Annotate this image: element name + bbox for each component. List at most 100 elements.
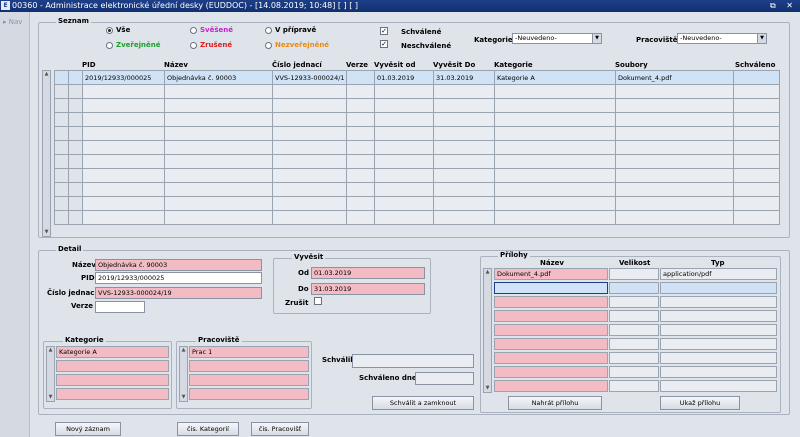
prilohy-cell[interactable] bbox=[660, 338, 777, 350]
row-marker[interactable] bbox=[54, 140, 69, 155]
table-cell[interactable] bbox=[374, 140, 434, 155]
kategorie-list-item[interactable]: Kategorie A bbox=[56, 346, 169, 358]
table-cell[interactable] bbox=[615, 196, 734, 211]
seznam-scrollbar[interactable]: ▲ ▼ bbox=[42, 70, 51, 237]
kategorie-scrollbar[interactable]: ▲ ▼ bbox=[46, 346, 55, 402]
row-marker[interactable] bbox=[54, 84, 69, 99]
table-cell[interactable] bbox=[272, 196, 347, 211]
prilohy-scrollbar[interactable]: ▲ ▼ bbox=[483, 268, 492, 393]
row-marker[interactable] bbox=[68, 140, 83, 155]
col-header-soubory[interactable]: Soubory bbox=[615, 61, 648, 69]
table-cell[interactable] bbox=[164, 112, 273, 127]
filter-radio-2[interactable]: Svěšené bbox=[190, 26, 233, 34]
prilohy-cell[interactable] bbox=[494, 310, 608, 322]
row-marker[interactable] bbox=[54, 98, 69, 113]
table-cell[interactable] bbox=[433, 196, 495, 211]
table-cell[interactable] bbox=[733, 112, 780, 127]
table-row[interactable] bbox=[54, 126, 780, 141]
prilohy-cell[interactable] bbox=[494, 380, 608, 392]
prilohy-cell[interactable]: Dokument_4.pdf bbox=[494, 268, 608, 280]
table-row[interactable] bbox=[54, 154, 780, 169]
row-marker[interactable] bbox=[68, 98, 83, 113]
table-cell[interactable] bbox=[374, 126, 434, 141]
row-marker[interactable] bbox=[68, 126, 83, 141]
table-cell[interactable] bbox=[374, 84, 434, 99]
prilohy-cell[interactable] bbox=[609, 338, 659, 350]
table-cell[interactable] bbox=[615, 98, 734, 113]
table-row[interactable] bbox=[54, 168, 780, 183]
check-neschvalene[interactable]: ✓ bbox=[380, 40, 388, 48]
table-cell[interactable]: Kategorie A bbox=[494, 70, 616, 85]
table-row[interactable]: 2019/12933/000025 Objednávka č. 90003 VVS-… bbox=[54, 70, 780, 85]
table-cell[interactable] bbox=[346, 98, 375, 113]
prilohy-cell[interactable] bbox=[660, 282, 777, 294]
prilohy-cell[interactable] bbox=[494, 366, 608, 378]
kategorie-list-item[interactable] bbox=[56, 360, 169, 372]
nazev-field[interactable]: Objednávka č. 90003 bbox=[95, 259, 262, 271]
prilohy-cell[interactable] bbox=[494, 282, 608, 294]
ukaz-prilohu-button[interactable]: Ukaž přílohu bbox=[660, 396, 740, 410]
table-cell[interactable] bbox=[494, 98, 616, 113]
table-cell[interactable] bbox=[433, 182, 495, 197]
table-cell[interactable] bbox=[82, 168, 165, 183]
col-header-schvaleno[interactable]: Schváleno bbox=[735, 61, 775, 69]
prilohy-cell[interactable] bbox=[494, 296, 608, 308]
table-cell[interactable] bbox=[82, 98, 165, 113]
prilohy-col-nazev[interactable]: Název bbox=[540, 259, 564, 267]
pracoviste-list-item[interactable] bbox=[189, 360, 309, 372]
row-marker[interactable] bbox=[54, 196, 69, 211]
prilohy-cell[interactable] bbox=[494, 352, 608, 364]
table-cell[interactable] bbox=[164, 98, 273, 113]
table-row[interactable] bbox=[54, 210, 780, 225]
table-cell[interactable] bbox=[346, 182, 375, 197]
table-cell[interactable] bbox=[494, 196, 616, 211]
schvalil-field[interactable] bbox=[352, 354, 474, 368]
pracoviste-list-item[interactable] bbox=[189, 388, 309, 400]
table-row[interactable] bbox=[54, 182, 780, 197]
table-cell[interactable] bbox=[82, 182, 165, 197]
table-cell[interactable] bbox=[494, 210, 616, 225]
prilohy-cell[interactable] bbox=[660, 352, 777, 364]
row-marker[interactable] bbox=[54, 168, 69, 183]
table-cell[interactable] bbox=[82, 112, 165, 127]
prilohy-cell[interactable] bbox=[660, 380, 777, 392]
nahrat-prilohu-button[interactable]: Nahrát přílohu bbox=[508, 396, 602, 410]
table-cell[interactable] bbox=[615, 210, 734, 225]
table-cell[interactable]: VVS-12933-000024/1 bbox=[272, 70, 347, 85]
table-cell[interactable] bbox=[615, 154, 734, 169]
novy-zaznam-button[interactable]: Nový záznam bbox=[55, 422, 121, 436]
table-cell[interactable] bbox=[494, 126, 616, 141]
row-marker[interactable] bbox=[68, 196, 83, 211]
prilohy-cell[interactable] bbox=[609, 268, 659, 280]
table-cell[interactable] bbox=[615, 126, 734, 141]
table-cell[interactable] bbox=[733, 196, 780, 211]
table-cell[interactable] bbox=[615, 84, 734, 99]
table-cell[interactable] bbox=[272, 112, 347, 127]
prilohy-cell[interactable] bbox=[494, 324, 608, 336]
table-cell[interactable] bbox=[272, 210, 347, 225]
table-cell[interactable] bbox=[615, 168, 734, 183]
table-cell[interactable] bbox=[346, 126, 375, 141]
table-cell[interactable] bbox=[82, 140, 165, 155]
kategorie-filter-select[interactable]: -Neuvedeno- ▼ bbox=[512, 33, 602, 44]
prilohy-cell[interactable] bbox=[660, 324, 777, 336]
table-cell[interactable] bbox=[374, 168, 434, 183]
window-controls[interactable]: ⧉ ✕ bbox=[770, 0, 797, 12]
zrusit-checkbox[interactable] bbox=[314, 297, 322, 305]
table-row[interactable] bbox=[54, 84, 780, 99]
table-cell[interactable] bbox=[615, 140, 734, 155]
col-header-nazev[interactable]: Název bbox=[164, 61, 188, 69]
table-cell[interactable] bbox=[733, 182, 780, 197]
table-cell[interactable] bbox=[346, 84, 375, 99]
table-cell[interactable] bbox=[82, 126, 165, 141]
pracoviste-scrollbar[interactable]: ▲ ▼ bbox=[179, 346, 188, 402]
table-cell[interactable] bbox=[374, 210, 434, 225]
scroll-down-icon[interactable]: ▼ bbox=[180, 394, 187, 401]
prilohy-cell[interactable] bbox=[609, 310, 659, 322]
table-cell[interactable] bbox=[346, 112, 375, 127]
prilohy-cell[interactable] bbox=[494, 338, 608, 350]
table-cell[interactable] bbox=[164, 140, 273, 155]
prilohy-cell[interactable] bbox=[609, 296, 659, 308]
scroll-down-icon[interactable]: ▼ bbox=[484, 385, 491, 392]
row-marker[interactable] bbox=[54, 70, 69, 85]
